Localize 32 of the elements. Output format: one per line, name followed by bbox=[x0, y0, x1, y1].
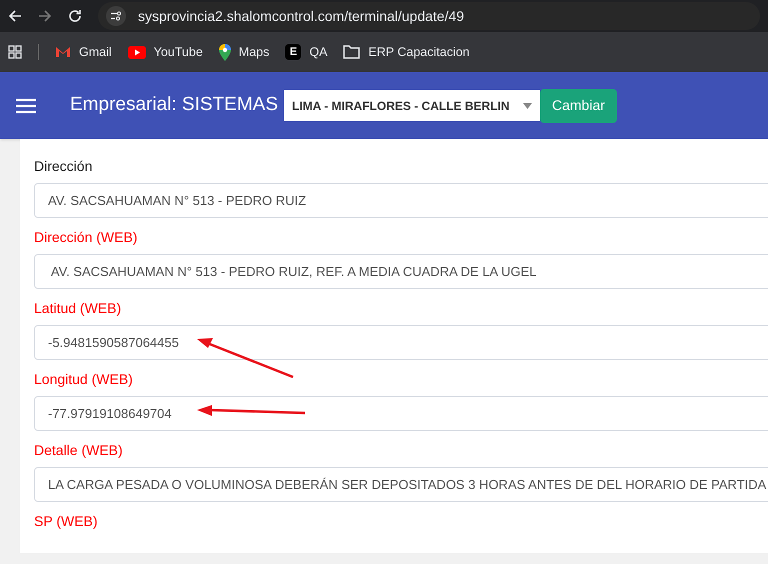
folder-icon bbox=[343, 45, 360, 59]
text-field[interactable]: AV. SACSAHUAMAN N° 513 - PEDRO RUIZ, REF. A MEDIA CUADRA DE LA UGEL bbox=[34, 254, 768, 289]
bookmark-link[interactable]: QA bbox=[309, 42, 328, 62]
text-field[interactable]: LA CARGA PESADA O VOLUMINOSA DEBERÁN SER DEPOSITADOS 3 HORAS ANTES DE DEL HORARIO DE PARTIDA bbox=[34, 467, 768, 502]
text-field[interactable]: AV. SACSAHUAMAN N° 513 - PEDRO RUIZ bbox=[34, 183, 768, 218]
field-label: Dirección bbox=[34, 157, 94, 176]
field-label: Latitud (WEB) bbox=[34, 299, 122, 318]
play-icon bbox=[128, 46, 146, 58]
app-logo-icon: E bbox=[285, 44, 302, 60]
map-pin-icon bbox=[218, 44, 231, 60]
bookmark-link[interactable]: Gmail bbox=[79, 42, 112, 62]
apps-grid-icon[interactable] bbox=[8, 45, 22, 59]
app-title: Empresarial: SISTEMAS bbox=[70, 93, 278, 118]
field-label: Longitud (WEB) bbox=[34, 370, 134, 389]
forward-icon[interactable] bbox=[38, 9, 52, 23]
text-field[interactable]: -5.9481590587064455 bbox=[34, 325, 768, 360]
dropdown-caret-icon bbox=[523, 102, 532, 108]
url-text: sysprovincia2.shalomcontrol.com/terminal/update/49 bbox=[138, 6, 464, 26]
menu-icon[interactable] bbox=[16, 98, 36, 114]
branch-select[interactable]: LIMA - MIRAFLORES - CALLE BERLIN bbox=[284, 90, 540, 121]
field-label: SP (WEB) bbox=[34, 512, 99, 531]
bookmark-link[interactable]: ERP Capacitacion bbox=[368, 42, 470, 62]
field-label: Dirección (WEB) bbox=[34, 228, 138, 247]
site-settings-icon[interactable] bbox=[106, 6, 126, 26]
text-field[interactable]: -77.97919108649704 bbox=[34, 396, 768, 431]
bookmark-link[interactable]: Maps bbox=[238, 42, 270, 62]
field-label: Detalle (WEB) bbox=[34, 441, 124, 460]
reload-icon[interactable] bbox=[68, 9, 82, 23]
back-icon[interactable] bbox=[8, 9, 22, 23]
address-bar[interactable]: sysprovincia2.shalomcontrol.com/terminal/update/49 bbox=[98, 2, 760, 30]
bookmark-link[interactable]: YouTube bbox=[154, 42, 203, 62]
mail-icon bbox=[55, 46, 71, 58]
